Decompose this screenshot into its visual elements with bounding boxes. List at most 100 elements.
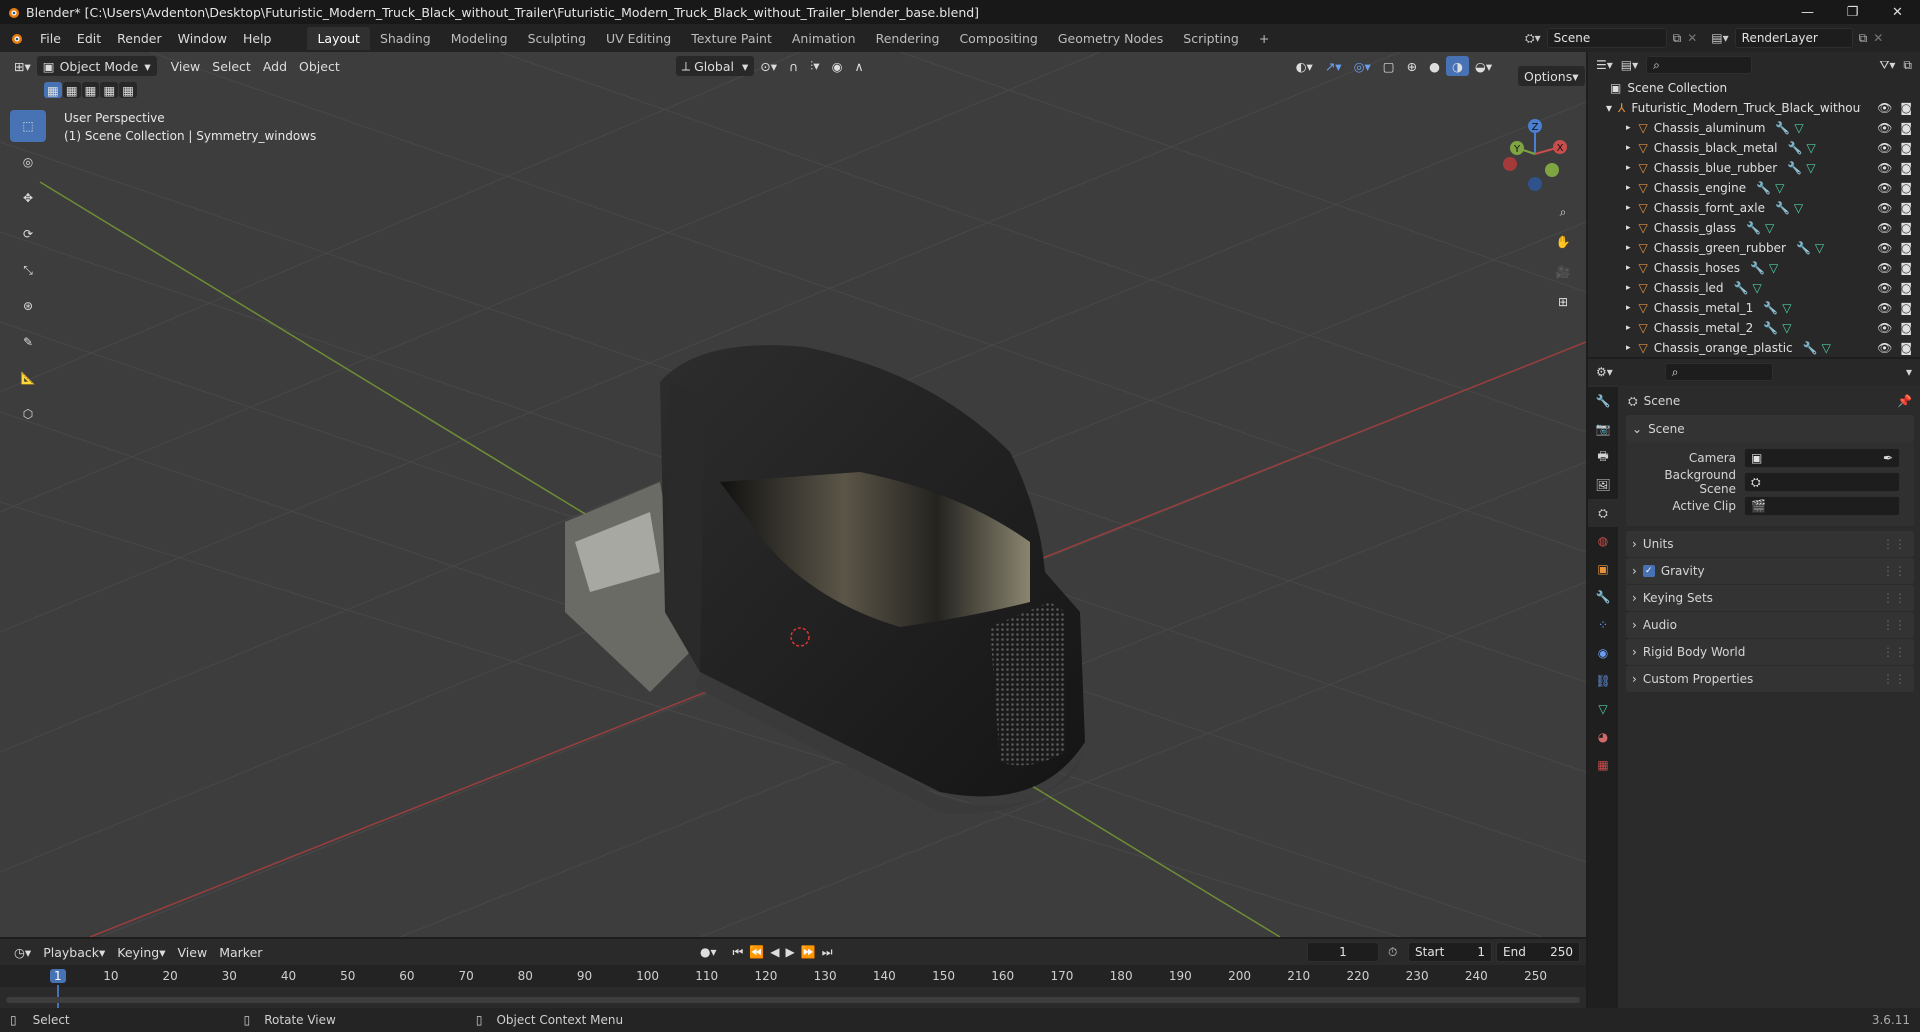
render-camera-icon[interactable]: ◙ — [1900, 181, 1912, 195]
texture-tab-icon[interactable]: ▦ — [1588, 751, 1618, 779]
tab-uv-editing[interactable]: UV Editing — [596, 27, 681, 50]
drag-handle-icon[interactable]: ⋮⋮ — [1882, 564, 1906, 578]
expand-arrow-icon[interactable]: ▸ — [1626, 263, 1631, 273]
annotate-tool-icon[interactable]: ✎ — [10, 326, 46, 358]
output-tab-icon[interactable]: 🖶 — [1588, 443, 1618, 471]
new-collection-icon[interactable]: ⧉ — [1903, 58, 1912, 73]
start-frame-field[interactable]: Start 1 — [1408, 942, 1492, 962]
filter-icon[interactable]: ⛛▾ — [1879, 58, 1895, 73]
subpanel-keying-sets[interactable]: › Keying Sets ⋮⋮ — [1626, 584, 1914, 611]
render-camera-icon[interactable]: ◙ — [1900, 261, 1912, 275]
expand-arrow-icon[interactable]: ▸ — [1626, 323, 1631, 333]
visibility-eye-icon[interactable]: 👁 — [1877, 241, 1892, 255]
tree-collection[interactable]: ▾ ⅄ Futuristic_Modern_Truck_Black_withou… — [1588, 98, 1920, 118]
outliner-object-row[interactable]: ▸ ▽ Chassis_black_metal 🔧 ▽ 👁 ◙ — [1588, 138, 1920, 158]
world-tab-icon[interactable]: ◍ — [1588, 527, 1618, 555]
tab-texture-paint[interactable]: Texture Paint — [681, 27, 782, 50]
blender-menu-icon[interactable] — [0, 31, 32, 45]
data-tab-icon[interactable]: ▽ — [1588, 695, 1618, 723]
visibility-eye-icon[interactable]: 👁 — [1877, 301, 1892, 315]
tab-layout[interactable]: Layout — [307, 26, 370, 50]
solid-shading-icon[interactable]: ● — [1423, 56, 1446, 76]
render-camera-icon[interactable]: ◙ — [1900, 321, 1912, 335]
properties-editor-icon[interactable]: ⚙▾ — [1596, 365, 1613, 379]
maximize-button[interactable]: ❐ — [1830, 0, 1875, 24]
tree-root[interactable]: ▣ Scene Collection — [1588, 78, 1920, 98]
drag-handle-icon[interactable]: ⋮⋮ — [1882, 672, 1906, 686]
select-subtract-icon[interactable]: ▦ — [81, 82, 100, 98]
outliner-object-row[interactable]: ▸ ▽ Chassis_led 🔧 ▽ 👁 ◙ — [1588, 278, 1920, 298]
tool-tab-icon[interactable]: 🔧 — [1588, 387, 1618, 415]
overlays-toggle-icon[interactable]: ◎▾ — [1348, 56, 1377, 76]
select-invert-icon[interactable]: ▦ — [100, 82, 119, 98]
play-icon[interactable]: ▶ — [786, 945, 795, 960]
render-camera-icon[interactable]: ◙ — [1900, 221, 1912, 235]
add-cube-tool-icon[interactable]: ⬡ — [10, 398, 46, 430]
visibility-icon[interactable]: ◐▾ — [1290, 56, 1319, 76]
properties-options-icon[interactable]: ▾ — [1906, 365, 1912, 379]
menu-select[interactable]: Select — [206, 56, 257, 76]
gizmo-toggle-icon[interactable]: ↗▾ — [1319, 56, 1348, 76]
render-camera-icon[interactable]: ◙ — [1900, 121, 1912, 135]
view-layer-tab-icon[interactable]: 🖼 — [1588, 471, 1618, 499]
object-tab-icon[interactable]: ▣ — [1588, 555, 1618, 583]
material-tab-icon[interactable]: ◕ — [1588, 723, 1618, 751]
subpanel-gravity[interactable]: › ✓ Gravity ⋮⋮ — [1626, 557, 1914, 584]
eyedropper-icon[interactable]: ✒ — [1883, 451, 1893, 465]
drag-handle-icon[interactable]: ⋮⋮ — [1882, 591, 1906, 605]
timeline-editor-icon[interactable]: ◷▾ — [8, 942, 37, 962]
zoom-icon[interactable]: ⌕ — [1548, 197, 1578, 227]
subpanel-rigid-body-world[interactable]: › Rigid Body World ⋮⋮ — [1626, 638, 1914, 665]
menu-view[interactable]: View — [165, 56, 207, 76]
outliner-search-input[interactable]: ⌕ — [1646, 56, 1753, 74]
rotate-tool-icon[interactable]: ⟳ — [10, 218, 46, 250]
select-intersect-icon[interactable]: ▦ — [119, 82, 138, 98]
render-camera-icon[interactable]: ◙ — [1900, 101, 1912, 115]
select-box-tool-icon[interactable]: ⬚ — [10, 110, 46, 142]
display-mode-icon[interactable]: ▤▾ — [1621, 58, 1638, 72]
camera-view-icon[interactable]: 🎥 — [1548, 257, 1578, 287]
menu-marker[interactable]: Marker — [213, 942, 268, 962]
navigation-gizmo[interactable]: Z X Y — [1495, 112, 1575, 192]
menu-keying[interactable]: Keying ▾ — [111, 942, 171, 962]
expand-arrow-icon[interactable]: ▸ — [1626, 163, 1631, 173]
menu-add[interactable]: Add — [257, 56, 293, 76]
outliner-object-row[interactable]: ▸ ▽ Chassis_metal_2 🔧 ▽ 👁 ◙ — [1588, 318, 1920, 338]
snap-icon[interactable]: ∩ — [783, 56, 804, 76]
active-clip-field[interactable]: 🎬 — [1744, 496, 1900, 516]
menu-playback[interactable]: Playback ▾ — [37, 942, 111, 962]
cursor-tool-icon[interactable]: ◎ — [10, 146, 46, 178]
pin-icon[interactable]: 📌 — [1897, 394, 1912, 408]
visibility-eye-icon[interactable]: 👁 — [1877, 181, 1892, 195]
next-keyframe-icon[interactable]: ⏩ — [801, 945, 816, 960]
visibility-eye-icon[interactable]: 👁 — [1877, 321, 1892, 335]
expand-arrow-icon[interactable]: ▸ — [1626, 243, 1631, 253]
expand-arrow-icon[interactable]: ▸ — [1626, 203, 1631, 213]
render-camera-icon[interactable]: ◙ — [1900, 201, 1912, 215]
tab-geometry-nodes[interactable]: Geometry Nodes — [1048, 27, 1173, 50]
outliner-object-row[interactable]: ▸ ▽ Chassis_metal_1 🔧 ▽ 👁 ◙ — [1588, 298, 1920, 318]
scene-browse-icon[interactable]: ⛭▾ — [1525, 31, 1541, 46]
expand-arrow-icon[interactable]: ▸ — [1626, 343, 1631, 353]
outliner-object-row[interactable]: ▸ ▽ Chassis_engine 🔧 ▽ 👁 ◙ — [1588, 178, 1920, 198]
tab-sculpting[interactable]: Sculpting — [518, 27, 596, 50]
remove-view-layer-icon[interactable]: ✕ — [1873, 31, 1883, 45]
render-camera-icon[interactable]: ◙ — [1900, 281, 1912, 295]
expand-arrow-icon[interactable]: ▸ — [1626, 183, 1631, 193]
proportional-edit-icon[interactable]: ◉ — [826, 56, 849, 76]
perspective-toggle-icon[interactable]: ⊞ — [1548, 287, 1578, 317]
pivot-point-icon[interactable]: ⊙▾ — [754, 56, 783, 76]
scale-tool-icon[interactable]: ⤡ — [10, 254, 46, 286]
gravity-checkbox[interactable]: ✓ — [1642, 565, 1655, 577]
visibility-eye-icon[interactable]: 👁 — [1877, 221, 1892, 235]
playhead[interactable]: 1 — [50, 969, 66, 983]
close-button[interactable]: ✕ — [1875, 0, 1920, 24]
outliner-object-row[interactable]: ▸ ▽ Chassis_green_rubber 🔧 ▽ 👁 ◙ — [1588, 238, 1920, 258]
view-layer-selector[interactable]: RenderLayer — [1734, 28, 1853, 48]
select-new-icon[interactable]: ▦ — [44, 82, 62, 98]
wireframe-shading-icon[interactable]: ⊕ — [1401, 56, 1423, 76]
render-camera-icon[interactable]: ◙ — [1900, 341, 1912, 355]
truck-model[interactable] — [565, 345, 1085, 814]
minimize-button[interactable]: — — [1785, 0, 1830, 24]
new-scene-icon[interactable]: ⧉ — [1673, 31, 1682, 46]
